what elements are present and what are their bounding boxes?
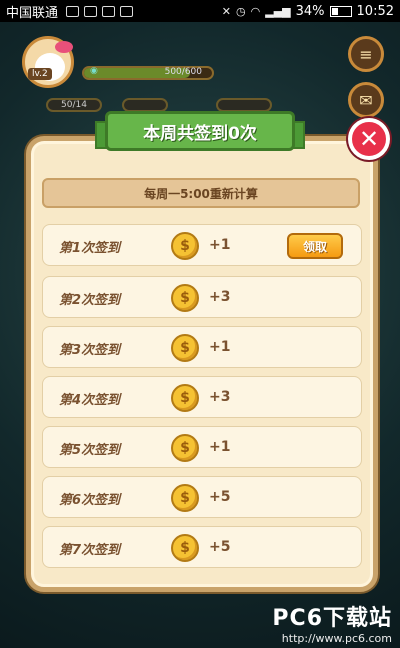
reward-amount: +5 [209,489,231,505]
menu-button[interactable]: ≡ [348,36,384,72]
reset-note: 每周一5:00重新计算 [42,178,360,208]
watermark-url: http://www.pc6.com [281,632,392,645]
coin-icon: $ [171,384,199,412]
reward-amount: +3 [209,389,231,405]
dialog-title: 本周共签到0次 [105,111,295,151]
bow-icon [55,41,73,53]
energy-value: 50/14 [61,100,87,110]
coin-icon: $ [171,434,199,462]
reward-amount: +5 [209,539,231,555]
close-button[interactable]: ✕ [348,118,390,160]
battery-percent: 34% [295,3,325,19]
watermark-logo: PC6下载站 [272,606,392,631]
reward-amount: +3 [209,289,231,305]
checkin-label: 第6次签到 [59,493,121,508]
energy-stat: 50/14 [46,98,102,112]
reward-amount: +1 [209,237,231,253]
close-icon: ✕ [358,125,380,153]
status-bar: 中国联通 ✕ ◷ ◠ ▂▄▆ 34% 10:52 [0,0,400,22]
watermark: PC6下载站 http://www.pc6.com [272,600,392,645]
notification-icon [102,5,116,17]
clock: 10:52 [356,3,394,19]
reset-note-text: 每周一5:00重新计算 [144,186,258,201]
checkin-label: 第3次签到 [59,343,121,358]
menu-icon: ≡ [359,44,373,64]
checkin-label: 第1次签到 [59,241,121,256]
coin-icon: $ [171,284,199,312]
mail-button[interactable]: ✉ [348,82,384,118]
checkin-label: 第4次签到 [59,393,121,408]
xp-coin-icon: ◉ [90,66,98,76]
checkin-row-2: 第2次签到 $ +3 [42,276,362,318]
player-avatar[interactable] [22,36,74,88]
image-icon [120,5,134,17]
checkin-label: 第5次签到 [59,443,121,458]
checkin-row-1: 第1次签到 $ +1 领取 [42,224,362,266]
carrier-label: 中国联通 [6,5,59,21]
title-ribbon: 本周共签到0次 [95,107,305,155]
checkin-label: 第7次签到 [59,543,121,558]
reward-amount: +1 [209,439,231,455]
xp-text: 500/600 [164,67,202,77]
checkin-label: 第2次签到 [59,293,121,308]
wifi-icon: ◠ [250,4,261,18]
claim-button[interactable]: 领取 [287,233,343,259]
checkin-row-3: 第3次签到 $ +1 [42,326,362,368]
checkin-row-7: 第7次签到 $ +5 [42,526,362,568]
level-badge: lv.2 [28,68,52,80]
mute-icon: ✕ [221,4,232,18]
checkin-row-5: 第5次签到 $ +1 [42,426,362,468]
checkin-row-4: 第4次签到 $ +3 [42,376,362,418]
coin-icon: $ [171,334,199,362]
battery-icon [329,5,352,17]
notification-icon [66,5,80,17]
coin-icon: $ [171,534,199,562]
signal-icon: ▂▄▆ [265,4,291,18]
alarm-icon: ◷ [236,4,246,18]
xp-bar: ◉ 500/600 [82,66,214,80]
checkin-row-6: 第6次签到 $ +5 [42,476,362,518]
mail-icon: ✉ [359,90,373,110]
notification-icon [84,5,98,17]
reward-amount: +1 [209,339,231,355]
coin-icon: $ [171,232,199,260]
coin-icon: $ [171,484,199,512]
